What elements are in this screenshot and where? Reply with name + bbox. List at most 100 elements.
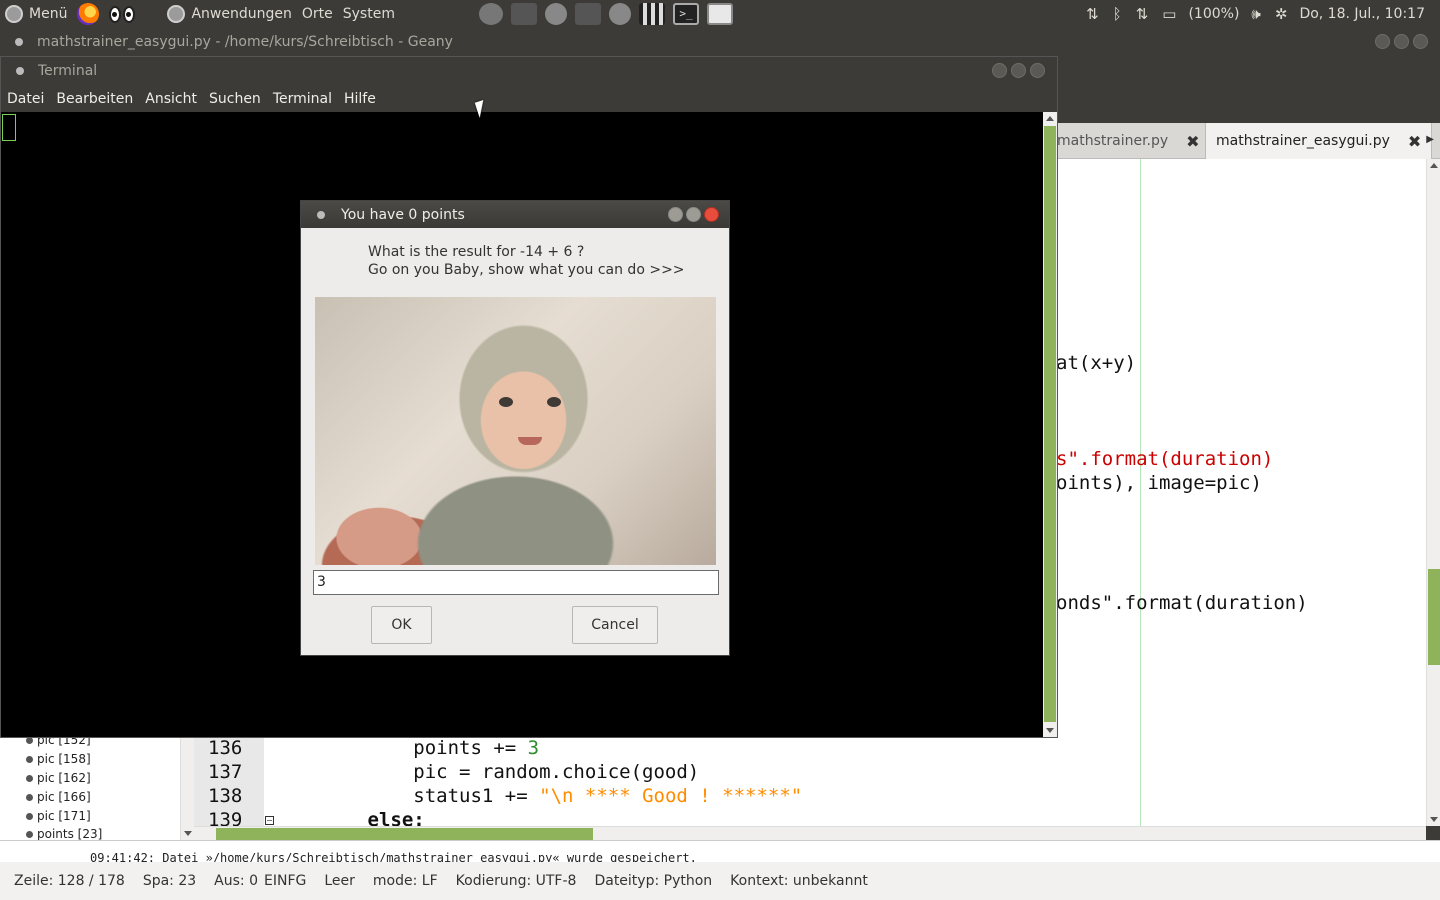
disk-icon[interactable] — [574, 3, 601, 25]
video-icon[interactable] — [638, 3, 665, 25]
list-item[interactable]: pic [171] — [26, 809, 91, 823]
status-line: Zeile: 128 / 178 — [14, 873, 125, 889]
terminal-title: Terminal — [38, 63, 98, 79]
applications-icon — [167, 5, 186, 23]
terminal-window-buttons — [992, 63, 1045, 78]
question-text: What is the result for -14 + 6 ? — [368, 244, 585, 260]
places-menu[interactable]: Orte — [297, 0, 338, 28]
window-icon[interactable] — [706, 3, 733, 25]
tab-scroll-right-icon[interactable]: ▶ — [1426, 134, 1434, 145]
symbol-list-scrollbar[interactable] — [180, 737, 194, 840]
menu-bearbeiten[interactable]: Bearbeiten — [50, 91, 139, 107]
tab-mathstrainer[interactable]: mathstrainer.py ✖ — [1057, 123, 1200, 159]
terminal-icon[interactable]: >_ — [672, 3, 699, 25]
close-icon[interactable] — [1030, 63, 1045, 78]
dialog-title: You have 0 points — [341, 206, 465, 223]
status-filetype: Dateityp: Python — [594, 873, 713, 889]
dialog-titlebar: You have 0 points — [301, 201, 729, 228]
variable-icon — [26, 812, 33, 820]
xeyes-launcher[interactable] — [104, 0, 140, 28]
code-line: status1 += "\n **** Good ! ******" — [276, 785, 802, 807]
scroll-up-icon[interactable] — [1046, 116, 1054, 121]
variable-icon — [26, 774, 33, 782]
menu-datei[interactable]: Datei — [1, 91, 50, 107]
code-line: pic = random.choice(good) — [276, 761, 700, 783]
volume-icon[interactable]: 🕪 — [1244, 5, 1267, 23]
system-label: System — [342, 6, 395, 22]
list-item[interactable]: pic [162] — [26, 771, 91, 785]
list-item[interactable]: pic [166] — [26, 790, 91, 804]
gimp-icon[interactable] — [478, 3, 503, 25]
browser-icon[interactable] — [608, 3, 631, 25]
tab-mathstrainer-easygui[interactable]: mathstrainer_easygui.py ✖ — [1205, 123, 1433, 159]
scroll-down-icon[interactable] — [184, 831, 192, 836]
window-menu-icon[interactable] — [16, 67, 24, 75]
scroll-thumb[interactable] — [216, 828, 593, 840]
cancel-button[interactable]: Cancel — [572, 606, 658, 644]
status-bar: Zeile: 128 / 178 Spa: 23 Aus: 0 EINFG Le… — [0, 862, 1440, 900]
files-icon[interactable] — [510, 3, 537, 25]
close-tab-icon[interactable]: ✖ — [1408, 132, 1421, 151]
maximize-icon[interactable] — [686, 207, 701, 222]
eyes-icon — [109, 5, 136, 23]
menu-suchen[interactable]: Suchen — [203, 91, 267, 107]
close-icon[interactable] — [704, 207, 719, 222]
system-tray: ⇅ ᛒ ⇅ ▭ (100%) 🕪 ✲ Do, 18. Jul., 10:17 — [1079, 0, 1430, 28]
code-number: 3 — [527, 737, 540, 759]
scroll-thumb[interactable] — [1044, 126, 1056, 722]
menu-hilfe[interactable]: Hilfe — [338, 91, 382, 107]
maximize-icon[interactable] — [1011, 63, 1026, 78]
battery-percent: (100%) — [1188, 6, 1240, 22]
firefox-icon — [77, 3, 100, 25]
menu-ansicht[interactable]: Ansicht — [139, 91, 203, 107]
terminal-scrollbar[interactable] — [1043, 112, 1057, 737]
menu-button[interactable]: Menü — [0, 0, 72, 28]
symbol-label: pic [171] — [37, 809, 91, 823]
line-number: 138 — [208, 785, 243, 807]
minimize-icon[interactable] — [668, 207, 683, 222]
window-menu-icon[interactable] — [15, 38, 23, 46]
bluetooth-icon[interactable]: ᛒ — [1106, 5, 1129, 23]
photo-detail — [499, 397, 563, 411]
list-item[interactable]: pic [158] — [26, 752, 91, 766]
network-arrows-icon[interactable]: ⇅ — [1129, 5, 1156, 23]
close-tab-icon[interactable]: ✖ — [1186, 132, 1199, 151]
system-menu[interactable]: System — [338, 0, 400, 28]
clock[interactable]: Do, 18. Jul., 10:17 — [1294, 0, 1430, 28]
status-column: Spa: 23 — [142, 873, 197, 889]
scroll-thumb[interactable] — [1428, 569, 1440, 665]
minimize-icon[interactable] — [992, 63, 1007, 78]
symbol-list: pic [152] pic [158] pic [162] pic [166] … — [0, 733, 194, 841]
answer-input[interactable]: 3 — [313, 570, 719, 595]
network-arrows-icon[interactable]: ⇅ — [1079, 5, 1106, 23]
geany-titlebar: mathstrainer_easygui.py - /home/kurs/Sch… — [0, 28, 1440, 56]
fold-toggle-icon[interactable]: − — [265, 816, 274, 825]
code-fragment: s".format(duration) — [1056, 448, 1274, 470]
close-icon[interactable] — [1413, 34, 1428, 49]
minimize-icon[interactable] — [1375, 34, 1390, 49]
editor-horizontal-scrollbar[interactable] — [194, 826, 1426, 840]
dialog-message: What is the result for -14 + 6 ? Go on y… — [368, 243, 685, 279]
line-number: 137 — [208, 761, 243, 783]
scroll-up-icon[interactable] — [1430, 163, 1438, 168]
ok-button[interactable]: OK — [371, 606, 432, 644]
symbol-label: pic [162] — [37, 771, 91, 785]
settings-icon[interactable]: ✲ — [1268, 5, 1295, 23]
battery-icon[interactable]: ▭ — [1155, 5, 1183, 23]
list-item[interactable]: points [23] — [26, 827, 102, 841]
thunderbird-icon[interactable] — [544, 3, 567, 25]
menu-terminal[interactable]: Terminal — [267, 91, 338, 107]
applications-menu[interactable]: Anwendungen — [162, 0, 296, 28]
maximize-icon[interactable] — [1394, 34, 1409, 49]
scroll-down-icon[interactable] — [1430, 817, 1438, 822]
message-window: 09:41:42: Datei »/home/kurs/Schreibtisch… — [0, 840, 1440, 862]
photo-detail — [518, 437, 542, 445]
code-fragment: onds".format(duration) — [1056, 592, 1308, 614]
editor-vertical-scrollbar[interactable] — [1426, 159, 1440, 826]
quick-launchers: >_ — [470, 0, 742, 28]
window-menu-icon[interactable] — [317, 210, 325, 219]
line-number-gutter: 136 137 138 139 — [194, 737, 264, 831]
firefox-launcher[interactable] — [72, 0, 104, 28]
variable-icon — [26, 793, 33, 801]
scroll-down-icon[interactable] — [1046, 728, 1054, 733]
